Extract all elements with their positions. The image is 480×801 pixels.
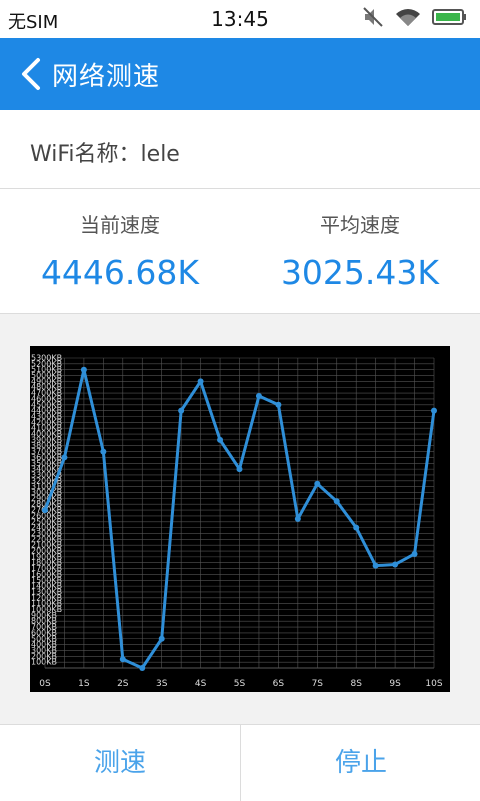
- speed-chart-box: 100KB 200KB 300KB 400KB 500KB 600KB 700KB 800KB…: [30, 346, 450, 692]
- speed-data-point: [42, 507, 48, 514]
- chevron-left-icon: [22, 58, 40, 90]
- speed-data-point: [392, 561, 399, 568]
- speed-data-point: [314, 480, 321, 487]
- current-speed-section: 当前速度 4446.68K: [0, 189, 240, 313]
- wifi-icon: [396, 9, 420, 26]
- speed-data-point: [80, 366, 87, 373]
- x-tick-label: 5S: [234, 679, 246, 689]
- average-speed-label: 平均速度: [320, 213, 400, 237]
- average-speed-value: 3025.43K: [280, 253, 440, 292]
- speed-data-point: [119, 656, 126, 663]
- speed-data-point: [217, 436, 224, 443]
- battery-icon: [432, 9, 466, 25]
- x-tick-label: 1S: [78, 679, 90, 689]
- current-speed-value: 4446.68K: [40, 253, 200, 292]
- x-tick-label: 6S: [273, 679, 285, 689]
- speed-data-point: [411, 550, 418, 557]
- speed-data-point: [431, 407, 437, 414]
- speed-data-point: [372, 562, 379, 569]
- speed-data-point: [178, 407, 185, 414]
- status-bar: 无SIM 13:45: [0, 0, 480, 38]
- speed-data-point: [197, 378, 204, 385]
- mute-icon: [363, 7, 383, 27]
- speed-data-point: [236, 466, 243, 473]
- current-speed-label: 当前速度: [80, 213, 160, 237]
- speed-data-point: [353, 524, 360, 531]
- speed-data-point: [139, 665, 146, 671]
- x-tick-label: 10S: [425, 679, 442, 689]
- status-icons: [362, 6, 468, 28]
- speed-data-point: [255, 393, 262, 400]
- chart-area: 100KB 200KB 300KB 400KB 500KB 600KB 700KB 800KB…: [0, 314, 480, 724]
- average-speed-section: 平均速度 3025.43K: [240, 189, 480, 313]
- x-tick-label: 4S: [195, 679, 207, 689]
- speed-panel: 当前速度 4446.68K 平均速度 3025.43K: [0, 189, 480, 314]
- x-tick-label: 2S: [117, 679, 129, 689]
- wifi-name-label: WiFi名称：lele: [30, 142, 180, 167]
- speed-chart: 100KB200KB300KB400KB500KB600KB700KB800KB…: [31, 354, 443, 690]
- speed-data-point: [275, 401, 282, 408]
- stop-button[interactable]: 停止: [241, 725, 480, 801]
- speed-test-button[interactable]: 测速: [0, 725, 240, 801]
- x-tick-label: 8S: [350, 679, 362, 689]
- speed-data-point: [333, 498, 340, 505]
- x-tick-label: 0S: [39, 679, 51, 689]
- wifi-info-row: WiFi名称：lele: [0, 110, 480, 189]
- back-button[interactable]: [18, 56, 44, 92]
- x-tick-label: 3S: [156, 679, 168, 689]
- x-tick-label: 7S: [312, 679, 324, 689]
- y-tick-label: 5300KB: [31, 354, 62, 363]
- page-title: 网络测速: [52, 62, 161, 92]
- x-tick-label: 9S: [389, 679, 401, 689]
- title-bar: 网络测速: [0, 38, 480, 110]
- speed-data-point: [100, 448, 107, 455]
- speed-data-point: [61, 454, 68, 461]
- speed-data-point: [158, 635, 165, 642]
- bottom-bar: 测速 停止: [0, 724, 480, 801]
- speed-data-point: [294, 515, 301, 522]
